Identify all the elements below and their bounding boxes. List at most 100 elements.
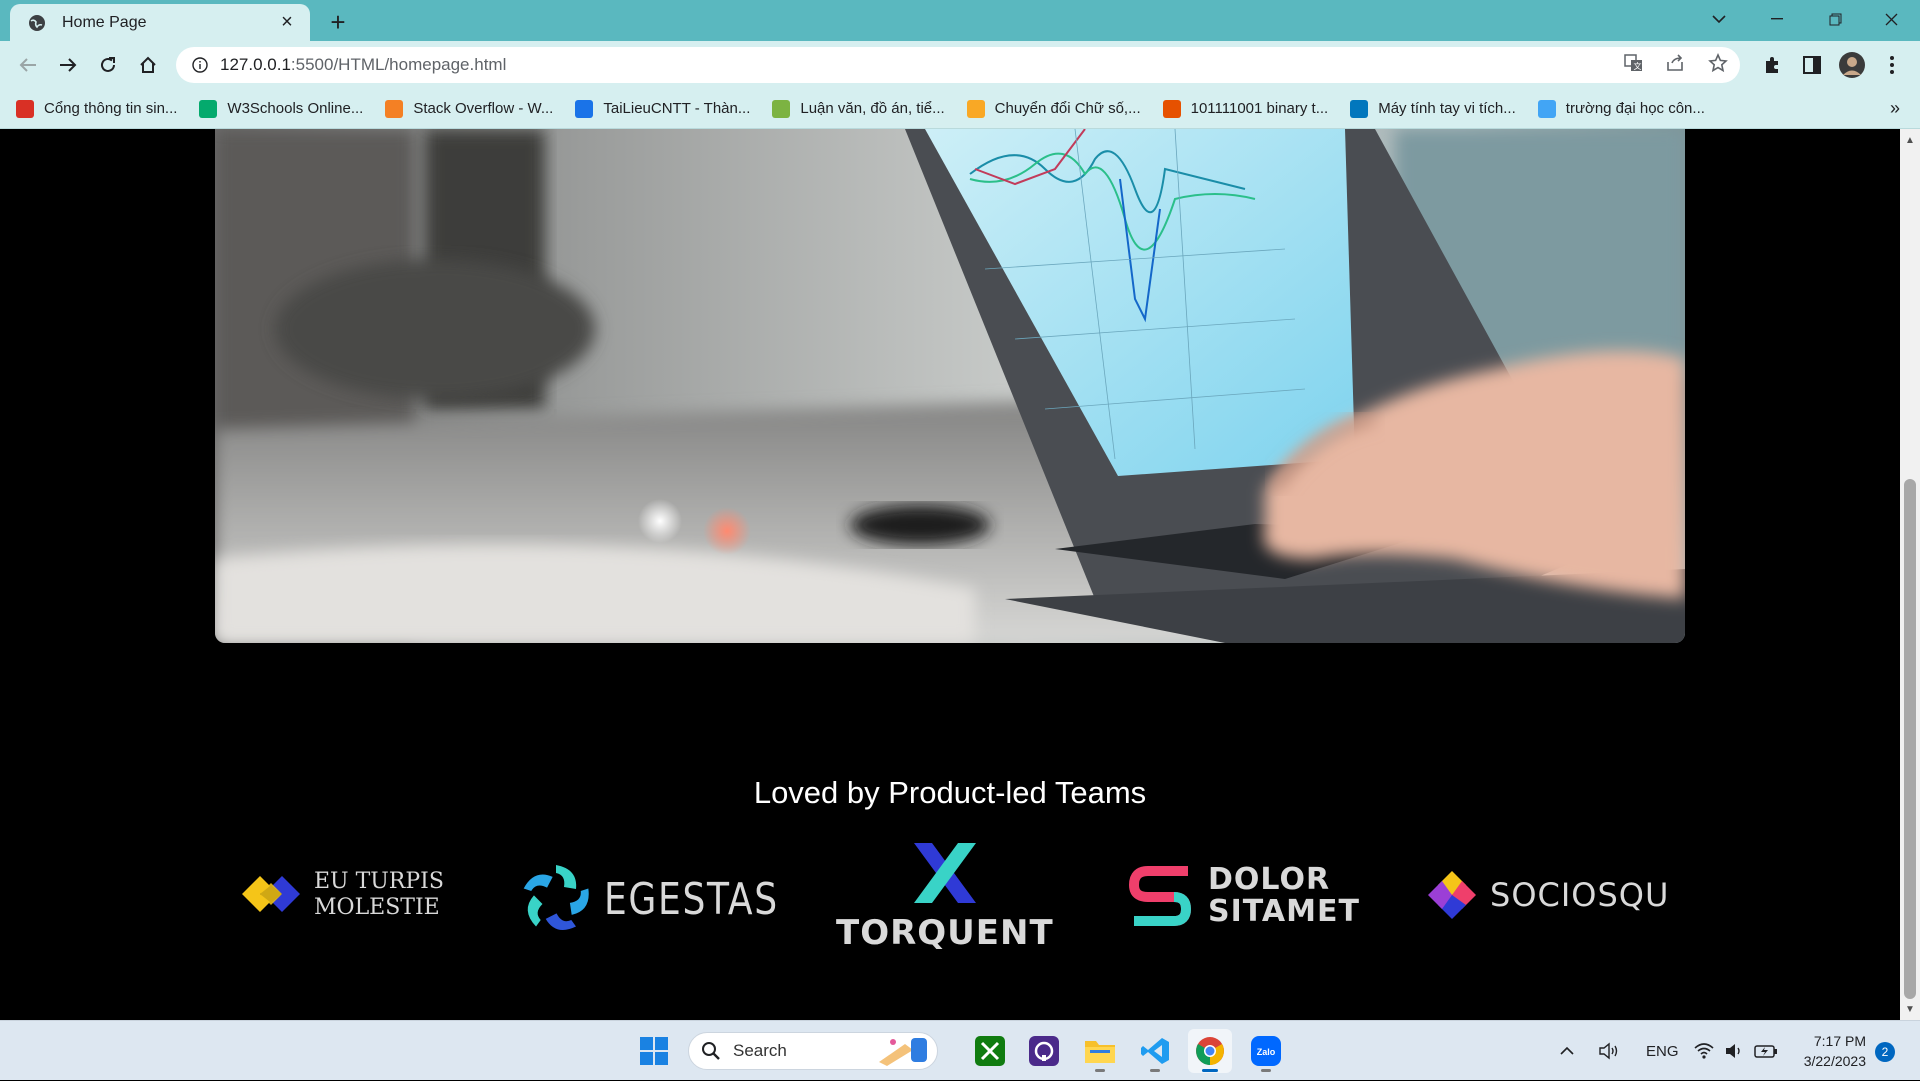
clock[interactable]: 7:17 PM 3/22/2023 [1790,1031,1866,1071]
bookmark-item[interactable]: TaiLieuCNTT - Thàn... [575,94,750,124]
reload-button[interactable] [92,49,124,81]
bookmark-favicon [1350,99,1369,118]
scroll-down-arrow-icon[interactable]: ▼ [1900,1000,1920,1018]
bookmark-label: trường đại học côn... [1565,100,1705,117]
bookmark-label: Stack Overflow - W... [413,100,554,117]
svg-text:Zalo: Zalo [1257,1047,1276,1057]
running-indicator [1150,1069,1160,1072]
forward-button[interactable] [52,49,84,81]
taskbar-xbox[interactable] [968,1029,1012,1073]
restore-button[interactable] [1806,0,1864,38]
bookmark-favicon [966,99,985,118]
logo-text: EU TURPIS [314,869,444,894]
bookmark-label: TaiLieuCNTT - Thàn... [603,100,751,117]
clock-time: 7:17 PM [1813,1033,1866,1049]
egestas-swirl-icon [523,865,589,930]
bookmark-item[interactable]: Luận văn, đồ án, tiể... [772,94,945,124]
logo-eu-turpis-molestie: EU TURPIS MOLESTIE [240,869,444,921]
taskbar-zalo[interactable]: Zalo [1244,1029,1288,1073]
globe-icon [26,12,48,34]
bookmark-item[interactable]: trường đại học côn... [1537,94,1705,124]
hero-image [215,129,1685,643]
bookmark-label: Luận văn, đồ án, tiể... [800,100,945,117]
share-icon[interactable] [1666,53,1686,77]
bookmark-item[interactable]: Cổng thông tin sin... [16,94,177,124]
new-tab-button[interactable]: + [324,7,352,37]
bookmark-label: Cổng thông tin sin... [44,100,178,117]
taskbar-chrome[interactable] [1188,1029,1232,1073]
dolor-s-icon [1128,866,1192,926]
wifi-icon[interactable] [1694,1021,1714,1081]
site-info-icon[interactable] [180,57,220,73]
bookmark-label: Máy tính tay vi tích... [1378,100,1516,117]
logo-text: EGESTAS [604,873,779,925]
vertical-scrollbar[interactable]: ▲ ▼ [1900,129,1920,1020]
extensions-icon[interactable] [1756,49,1788,81]
logo-dolor-sitamet: DOLOR SITAMET [1128,863,1360,929]
translate-icon[interactable]: 文 [1624,53,1644,77]
section-title: Loved by Product-led Teams [753,775,1147,810]
running-indicator [1095,1069,1105,1072]
logo-egestas: EGESTAS [518,861,817,937]
taskbar-app-purple[interactable] [1022,1029,1066,1073]
bookmark-favicon [199,99,218,118]
xbox-icon [975,1036,1005,1066]
tab-close-icon[interactable]: × [276,11,298,34]
sociosqu-petals-icon [1428,871,1476,919]
speaker-settings-icon[interactable] [1598,1021,1620,1081]
logo-text: SOCIOSQU [1490,876,1670,914]
taskbar-vscode[interactable] [1133,1029,1177,1073]
side-panel-icon[interactable] [1796,49,1828,81]
eu-turpis-mark-icon [242,876,300,912]
home-button[interactable] [132,49,164,81]
start-button[interactable] [632,1029,676,1073]
address-bar[interactable]: 127.0.0.1:5500/HTML/homepage.html 文 [176,47,1740,83]
scroll-thumb[interactable] [1904,479,1916,999]
partner-logos: EU TURPIS MOLESTIE EGESTAS TORQUENT DOLO… [0,843,1900,989]
logo-text: MOLESTIE [314,895,440,920]
folder-icon [1085,1041,1115,1063]
logo-text: SITAMET [1208,894,1360,929]
bookmark-favicon [575,99,594,118]
bookmark-item[interactable]: W3Schools Online... [199,94,363,124]
svg-text:文: 文 [1634,61,1642,71]
vscode-icon [1141,1038,1169,1064]
running-indicator [1261,1069,1271,1072]
profile-avatar[interactable] [1836,49,1868,81]
tab-search-chevron-icon[interactable] [1690,0,1748,38]
bookmark-item[interactable]: Chuyển đổi Chữ số,... [966,94,1141,124]
battery-icon[interactable] [1754,1021,1778,1081]
menu-kebab-icon[interactable] [1876,49,1908,81]
bookmark-favicon [1162,99,1181,118]
bookmark-item[interactable]: Stack Overflow - W... [385,94,553,124]
running-indicator [1202,1069,1218,1072]
bookmark-favicon [16,99,34,118]
back-button[interactable] [12,49,44,81]
bookmark-label: W3Schools Online... [227,100,364,117]
minimize-button[interactable] [1748,0,1806,38]
bookmark-favicon [1537,99,1556,118]
bookmark-star-icon[interactable] [1708,52,1728,78]
url-path: :5500/HTML/homepage.html [290,55,507,74]
show-hidden-icons-chevron-icon[interactable] [1560,1021,1574,1081]
bookmark-favicon [385,99,404,118]
input-language[interactable]: ENG [1646,1021,1679,1081]
chrome-icon [1196,1037,1224,1065]
logo-torquent: TORQUENT [836,841,1054,953]
tab-home-page[interactable]: Home Page × [10,4,310,41]
bookmark-item[interactable]: 101111001 binary t... [1162,94,1328,124]
notification-badge[interactable]: 2 [1875,1042,1895,1062]
volume-icon[interactable] [1724,1021,1744,1081]
close-window-button[interactable] [1862,0,1920,38]
torquent-x-icon [913,843,976,903]
url-text[interactable]: 127.0.0.1:5500/HTML/homepage.html [220,55,506,75]
taskbar-file-explorer[interactable] [1078,1029,1122,1073]
bookmark-favicon [772,99,791,118]
bookmarks-overflow-chevron-icon[interactable]: » [1890,98,1900,119]
bookmark-item[interactable]: Máy tính tay vi tích... [1350,94,1516,124]
logo-text: DOLOR [1208,862,1331,897]
scroll-up-arrow-icon[interactable]: ▲ [1900,131,1920,149]
logo-text: TORQUENT [836,913,1054,953]
logo-sociosqu: SOCIOSQU [1426,869,1669,921]
taskbar-search-box[interactable]: Search [688,1032,938,1070]
